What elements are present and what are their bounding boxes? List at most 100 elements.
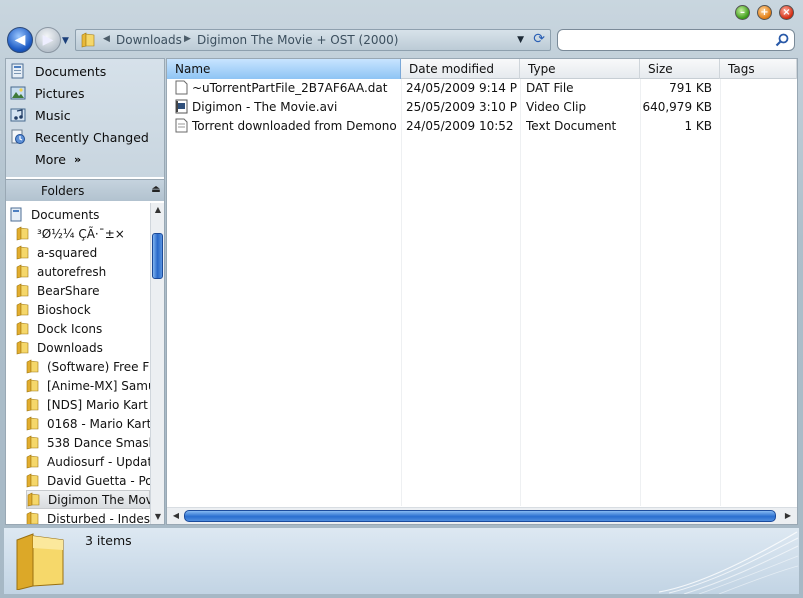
tree-item-label: Digimon The Movie [48, 492, 150, 507]
column-type[interactable]: Type [520, 59, 640, 79]
tree-item-label: a-squared [37, 245, 98, 260]
tree-item-label: BearShare [37, 283, 100, 298]
file-date: 25/05/2009 3:10 PM [406, 100, 518, 114]
scrollbar-thumb[interactable] [152, 233, 163, 279]
tree-folder-item[interactable]: Audiosurf - Update [26, 452, 150, 471]
file-type: Video Clip [526, 100, 587, 114]
back-arrow-icon: ◀ [14, 32, 26, 48]
favorite-recently-changed[interactable]: Recently Changed [10, 127, 160, 147]
breadcrumb-downloads[interactable]: Downloads [116, 33, 182, 47]
tree-item-label: Documents [31, 207, 100, 222]
maximize-button[interactable]: + [757, 5, 772, 20]
close-button[interactable]: × [779, 5, 794, 20]
folders-header[interactable]: Folders ⏏ [6, 179, 164, 201]
favorite-label: Documents [35, 63, 107, 79]
tree-folder-item[interactable]: a-squared [16, 243, 150, 262]
collapse-arrow-icon[interactable]: ⏏ [150, 184, 162, 196]
scroll-up-icon[interactable]: ▲ [151, 203, 165, 217]
folder-icon [16, 340, 29, 355]
file-row[interactable]: Torrent downloaded from Demonoi... 24/05/… [167, 117, 797, 136]
tree-folder-item[interactable]: BearShare [16, 281, 150, 300]
column-divider [520, 79, 521, 506]
folder-icon [16, 264, 29, 279]
folder-icon [16, 245, 29, 260]
forward-button[interactable]: ▶ [35, 27, 61, 53]
navigation-pane: Documents Pictures Music Recently Change… [5, 58, 165, 525]
file-name[interactable]: ~uTorrentPartFile_2B7AF6AA.dat [175, 79, 397, 98]
tree-folder-item[interactable]: David Guetta - Pop [26, 471, 150, 490]
file-row[interactable]: Digimon - The Movie.avi 25/05/2009 3:10 P… [167, 98, 797, 117]
tree-folder-item[interactable]: Bioshock [16, 300, 150, 319]
file-name[interactable]: Torrent downloaded from Demonoi... [175, 117, 397, 136]
tree-folder-item[interactable]: (Software) Free Flas [26, 357, 150, 376]
folder-icon [26, 435, 39, 450]
recently-changed-icon [11, 129, 25, 144]
documents-icon [11, 63, 24, 79]
folder-icon [81, 32, 95, 48]
folder-icon [27, 492, 40, 507]
breadcrumb-separator-icon[interactable]: ▶ [184, 34, 191, 44]
tree-folder-item[interactable]: 538 Dance Smash 20 [26, 433, 150, 452]
tree-folder-item[interactable]: autorefresh [16, 262, 150, 281]
decorative-swoosh [659, 531, 799, 594]
scroll-down-icon[interactable]: ▼ [151, 510, 165, 524]
folder-icon [16, 321, 29, 336]
file-list-pane: Name Date modified Type Size Tags ~uTorr… [166, 58, 798, 525]
tree-folder-item[interactable]: Digimon The Movie [26, 490, 150, 509]
column-size[interactable]: Size [640, 59, 720, 79]
tree-folder-item[interactable]: 0168 - Mario Kart DS [26, 414, 150, 433]
back-button[interactable]: ◀ [7, 27, 33, 53]
column-date-modified[interactable]: Date modified [401, 59, 520, 79]
tree-item-label: [Anime-MX] Samur [47, 378, 150, 393]
address-dropdown-icon[interactable]: ▼ [517, 35, 524, 45]
refresh-icon[interactable]: ⟳ [533, 31, 545, 47]
favorite-pictures[interactable]: Pictures [10, 83, 160, 103]
file-name[interactable]: Digimon - The Movie.avi [175, 98, 397, 117]
favorite-more[interactable]: More » [10, 149, 160, 169]
tree-item-label: Audiosurf - Update [47, 454, 150, 469]
scrollbar-thumb[interactable] [184, 510, 776, 522]
tree-item-label: David Guetta - Pop [47, 473, 150, 488]
dat-file-icon [175, 80, 188, 95]
tree-item-label: 538 Dance Smash 20 [47, 435, 150, 450]
breadcrumb-separator-icon[interactable]: ◀ [103, 34, 110, 44]
column-divider [640, 79, 641, 506]
folder-tree-scrollbar[interactable]: ▲ ▼ [150, 203, 164, 524]
favorite-documents[interactable]: Documents [10, 61, 160, 81]
file-type: DAT File [526, 81, 574, 95]
column-headers: Name Date modified Type Size Tags [167, 59, 797, 79]
column-tags[interactable]: Tags [720, 59, 797, 79]
column-name[interactable]: Name [167, 59, 401, 79]
file-row[interactable]: ~uTorrentPartFile_2B7AF6AA.dat 24/05/2009… [167, 79, 797, 98]
breadcrumb-current-folder[interactable]: Digimon The Movie + OST (2000) [197, 33, 398, 47]
tree-folder-item[interactable]: Dock Icons [16, 319, 150, 338]
horizontal-scrollbar[interactable]: ◀ ▶ [167, 507, 797, 524]
tree-folder-item[interactable]: Disturbed - Indestru [26, 509, 150, 524]
search-input[interactable] [557, 29, 795, 51]
recent-pages-dropdown[interactable]: ▼ [62, 36, 69, 46]
tree-folder-item[interactable]: [NDS] Mario Kart DS [26, 395, 150, 414]
documents-icon [10, 207, 22, 222]
folder-icon [16, 226, 29, 241]
tree-folder-item[interactable]: Downloads [16, 338, 150, 357]
scroll-right-icon[interactable]: ▶ [781, 508, 795, 524]
minimize-button[interactable]: – [735, 5, 750, 20]
tree-root-documents[interactable]: Documents [10, 205, 150, 224]
tree-folder-item[interactable]: ³Ø½¼ ÇÃ·¯±× [16, 224, 150, 243]
folder-icon [16, 283, 29, 298]
address-bar[interactable]: ◀ Downloads ▶ Digimon The Movie + OST (2… [75, 29, 551, 51]
scroll-left-icon[interactable]: ◀ [169, 508, 183, 524]
favorite-label: Pictures [35, 85, 85, 101]
file-name-text: Digimon - The Movie.avi [192, 100, 338, 114]
tree-item-label: Downloads [37, 340, 103, 355]
more-arrow-icon: » [74, 152, 82, 166]
explorer-window: – + × ◀ ▶ ▼ ◀ Downloads ▶ Digimon The Mo… [0, 0, 803, 598]
file-size: 791 KB [669, 81, 712, 95]
column-divider [401, 79, 402, 506]
favorite-music[interactable]: Music [10, 105, 160, 125]
file-name-text: ~uTorrentPartFile_2B7AF6AA.dat [192, 81, 388, 95]
tree-item-label: Disturbed - Indestru [47, 511, 150, 525]
search-icon[interactable] [774, 32, 790, 48]
folder-icon [26, 359, 39, 374]
tree-folder-item[interactable]: [Anime-MX] Samur [26, 376, 150, 395]
